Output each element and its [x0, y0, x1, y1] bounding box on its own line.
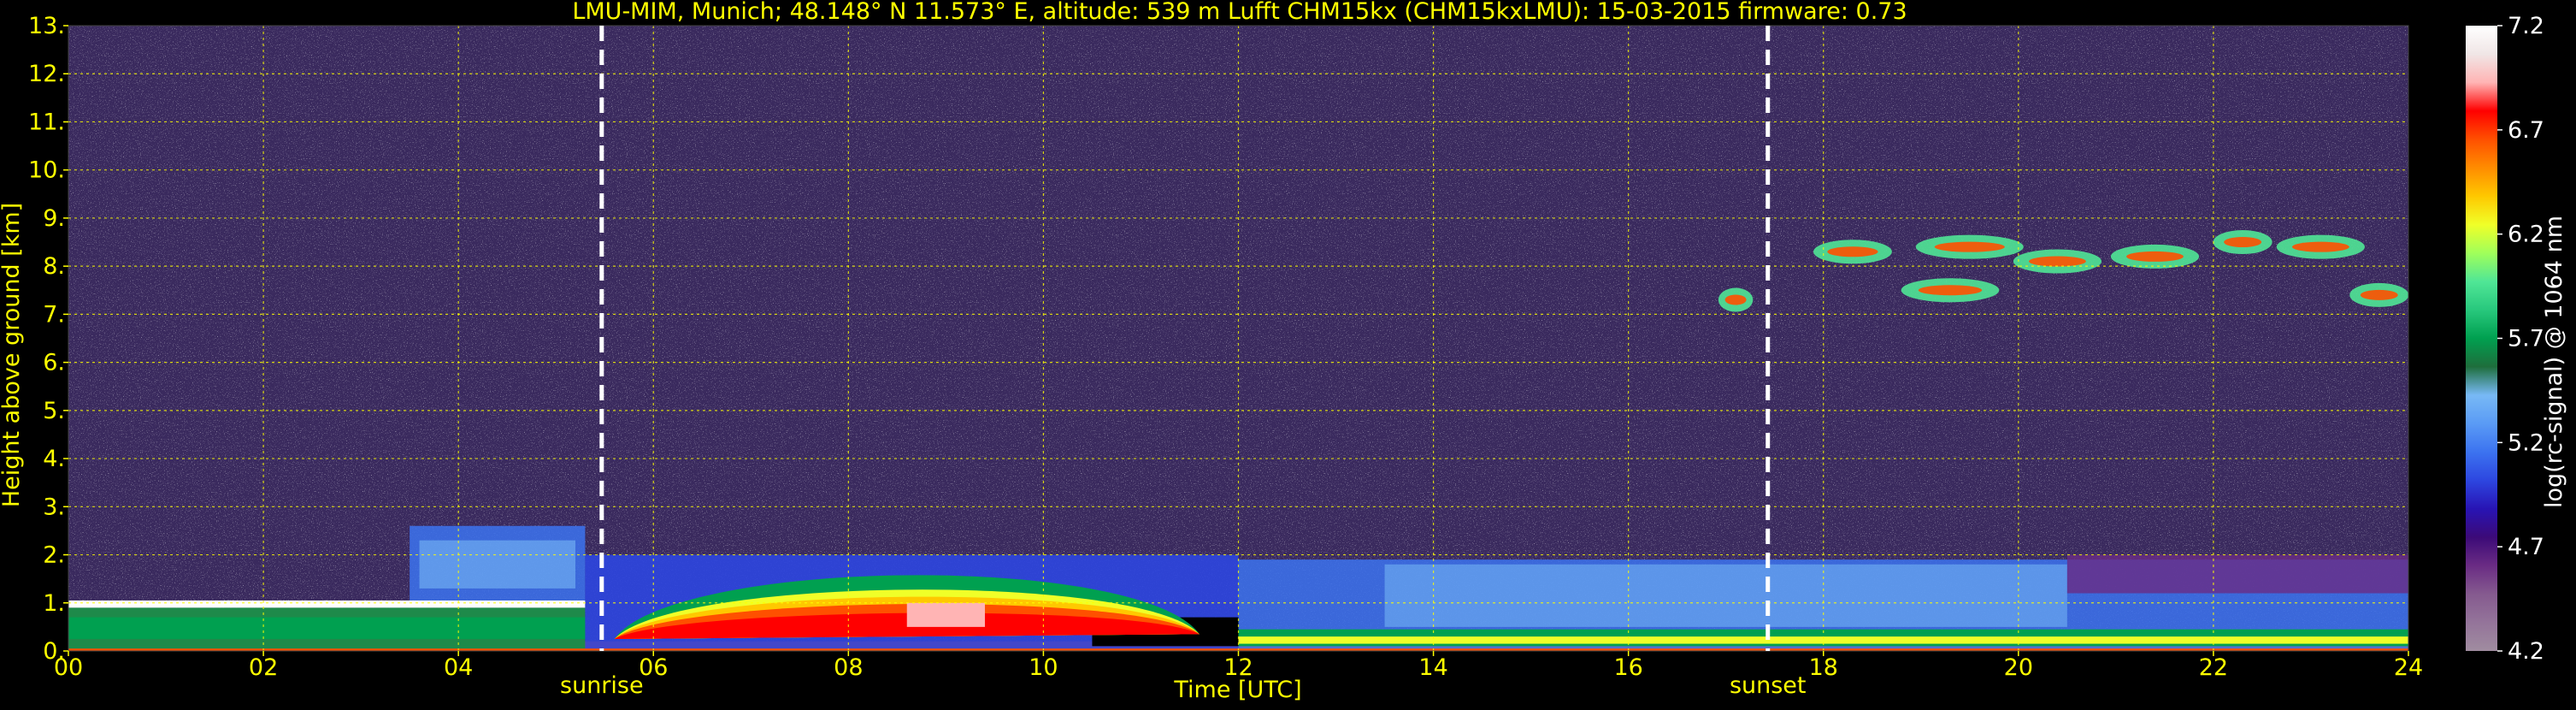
- y-tick-label: 11.: [28, 109, 65, 135]
- colorbar-tick-label: 5.2: [2508, 429, 2544, 456]
- signal-band: [68, 600, 586, 608]
- x-tick-label: 08: [834, 654, 863, 681]
- cirrus-core: [2360, 289, 2398, 300]
- sunset-label: sunset: [1730, 672, 1807, 699]
- cirrus-core: [1724, 294, 1747, 305]
- y-tick-label: 12.: [28, 61, 65, 87]
- cirrus-core: [2291, 241, 2349, 252]
- cirrus-core: [1934, 241, 2005, 252]
- y-tick-label: 3.: [43, 494, 65, 520]
- y-axis-ticks: 0. 1. 2. 3. 4. 5. 6. 7. 8. 9. 10. 11. 12. 13.: [28, 13, 68, 665]
- x-tick-label: 20: [2004, 654, 2033, 681]
- colorbar-tick-label: 5.7: [2508, 326, 2544, 352]
- cirrus-core: [2029, 256, 2086, 267]
- colorbar-tick-label: 7.2: [2508, 13, 2544, 39]
- y-tick-label: 9.: [43, 205, 65, 232]
- y-tick-label: 6.: [43, 350, 65, 376]
- colorbar-label: log(rc-signal) @ 1064 nm: [2541, 216, 2567, 508]
- chart-title: LMU-MIM, Munich; 48.148° N 11.573° E, al…: [572, 0, 1907, 25]
- x-tick-label: 04: [444, 654, 473, 681]
- sunrise-label: sunrise: [560, 672, 644, 699]
- y-tick-label: 4.: [43, 446, 65, 472]
- colorbar-scale: [2466, 26, 2497, 651]
- colorbar-tick-label: 4.7: [2508, 534, 2544, 560]
- x-tick-label: 14: [1418, 654, 1447, 681]
- x-tick-label: 02: [249, 654, 278, 681]
- y-tick-label: 2.: [43, 542, 65, 569]
- y-tick-label: 5.: [43, 398, 65, 424]
- x-tick-label: 16: [1613, 654, 1642, 681]
- y-tick-label: 13.: [28, 13, 65, 39]
- y-tick-label: 0.: [43, 638, 65, 665]
- signal-band: [419, 540, 576, 589]
- signal-peak: [906, 602, 985, 627]
- x-tick-label: 18: [1809, 654, 1838, 681]
- y-tick-label: 1.: [43, 590, 65, 617]
- backscatter-chart: LMU-MIM, Munich; 48.148° N 11.573° E, al…: [0, 0, 2567, 703]
- x-tick-label: 06: [639, 654, 668, 681]
- y-tick-label: 8.: [43, 253, 65, 280]
- signal-band: [2066, 554, 2408, 594]
- signal-band: [1384, 564, 2067, 627]
- colorbar-tick-label: 4.2: [2508, 638, 2544, 665]
- x-axis-label: Time [UTC]: [1173, 677, 1301, 703]
- colorbar-ticks: 4.2 4.7 5.2 5.7 6.2 6.7 7.2: [2497, 13, 2544, 665]
- y-axis-label: Height above ground [km]: [0, 203, 25, 507]
- colorbar-tick-label: 6.2: [2508, 222, 2544, 248]
- x-tick-label: 22: [2199, 654, 2228, 681]
- y-tick-label: 10.: [28, 157, 65, 184]
- signal-band: [68, 617, 586, 639]
- colorbar: 4.2 4.7 5.2 5.7 6.2 6.7 7.2 log(rc-signal) @ 1…: [2466, 13, 2567, 665]
- y-tick-label: 7.: [43, 301, 65, 328]
- cirrus-core: [1827, 246, 1878, 257]
- cirrus-core: [1918, 285, 1983, 296]
- cirrus-core: [2224, 237, 2262, 248]
- ceilometer-figure: LMU-MIM, Munich; 48.148° N 11.573° E, al…: [0, 0, 2576, 707]
- cirrus-core: [2126, 251, 2184, 262]
- colorbar-tick-label: 6.7: [2508, 117, 2544, 144]
- x-tick-label: 24: [2394, 654, 2423, 681]
- x-tick-label: 10: [1029, 654, 1058, 681]
